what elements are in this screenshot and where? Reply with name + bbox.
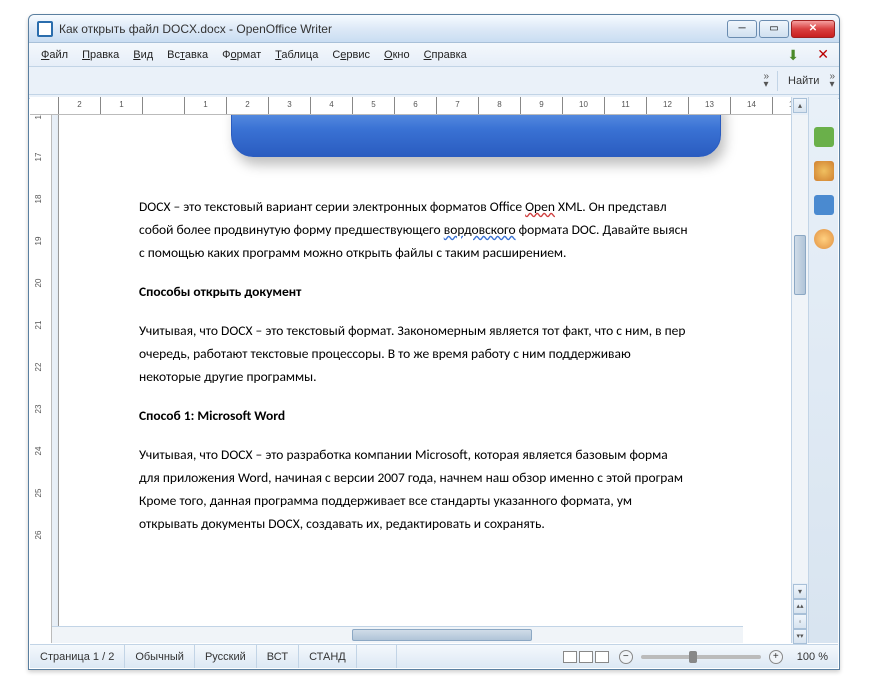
menu-table[interactable]: Таблица [269,46,324,64]
properties-icon[interactable] [814,229,834,249]
toolbar-standard: »▾ Найти »▾ [29,67,839,95]
status-language[interactable]: Русский [195,645,257,668]
zoom-knob[interactable] [689,651,697,663]
doc-close-icon[interactable]: ✕ [813,46,833,63]
menu-window[interactable]: Окно [378,46,416,64]
view-mode-icons [557,651,615,663]
minimize-button[interactable]: ─ [727,20,757,38]
menu-view[interactable]: Вид [127,46,159,64]
maximize-button[interactable]: ▭ [759,20,789,38]
page: DOCX – это текстовый вариант серии элект… [58,115,791,643]
spell-error[interactable]: Open [525,198,555,215]
toolbar-overflow-icon[interactable]: »▾ [759,73,773,89]
status-page[interactable]: Страница 1 / 2 [30,645,125,668]
view-book-icon[interactable] [595,651,609,663]
main-area: 2112345678910111213141516 16171819202122… [30,97,791,643]
window-controls: ─ ▭ ✕ [727,20,835,38]
menu-help[interactable]: Справка [418,46,473,64]
status-signature[interactable] [357,645,397,668]
horizontal-scrollbar[interactable] [52,626,743,643]
zoom-out-button[interactable]: − [619,650,633,664]
view-single-icon[interactable] [563,651,577,663]
document-viewport[interactable]: 1617181920212223242526 DOCX – это тексто… [30,115,791,643]
zoom-slider[interactable] [641,655,761,659]
menubar: Файл Правка Вид Вставка Формат Таблица С… [29,43,839,67]
scroll-up-button[interactable]: ▴ [793,98,807,113]
status-mode[interactable]: СТАНД [299,645,357,668]
horizontal-ruler[interactable]: 2112345678910111213141516 [30,97,791,115]
vscroll-track[interactable] [792,115,808,583]
menu-format[interactable]: Формат [216,46,267,64]
zoom-in-button[interactable]: + [769,650,783,664]
menu-tools[interactable]: Сервис [326,46,376,64]
vertical-scrollbar[interactable]: ▴ ▾ ▴▴ ◦ ▾▾ [791,97,808,643]
nav-button[interactable]: ◦ [793,614,807,629]
heading-1[interactable]: Способы открыть документ [139,281,301,303]
hscroll-thumb[interactable] [352,629,532,641]
menu-edit[interactable]: Правка [76,46,125,64]
next-page-button[interactable]: ▾▾ [793,629,807,644]
titlebar[interactable]: Как открыть файл DOCX.docx - OpenOffice … [29,15,839,43]
extension-icon[interactable]: ⬇ [787,47,803,63]
status-insert[interactable]: ВСТ [257,645,299,668]
sidebar-panel [808,97,838,643]
menu-file[interactable]: Файл [35,46,74,64]
view-multi-icon[interactable] [579,651,593,663]
window-title: Как открыть файл DOCX.docx - OpenOffice … [59,22,727,36]
styles-icon[interactable] [814,161,834,181]
navigator-icon[interactable] [814,195,834,215]
close-button[interactable]: ✕ [791,20,835,38]
find-overflow-icon[interactable]: »▾ [825,73,839,89]
grammar-error[interactable]: вордовского [444,221,516,238]
vscroll-thumb[interactable] [794,235,806,295]
text-frame[interactable]: DOCX – это текстовый вариант серии элект… [139,115,791,643]
prev-page-button[interactable]: ▴▴ [793,599,807,614]
workspace: 2112345678910111213141516 16171819202122… [30,97,838,643]
status-style[interactable]: Обычный [125,645,195,668]
heading-2[interactable]: Способ 1: Microsoft Word [139,405,285,427]
gallery-icon[interactable] [814,127,834,147]
statusbar: Страница 1 / 2 Обычный Русский ВСТ СТАНД… [30,644,838,668]
zoom-level[interactable]: 100 % [787,645,838,668]
app-icon [37,21,53,37]
vertical-ruler[interactable]: 1617181920212223242526 [30,115,52,643]
menu-insert[interactable]: Вставка [161,46,214,64]
app-window: Как открыть файл DOCX.docx - OpenOffice … [28,14,840,670]
scroll-down-button[interactable]: ▾ [793,584,807,599]
find-label[interactable]: Найти [782,75,825,87]
